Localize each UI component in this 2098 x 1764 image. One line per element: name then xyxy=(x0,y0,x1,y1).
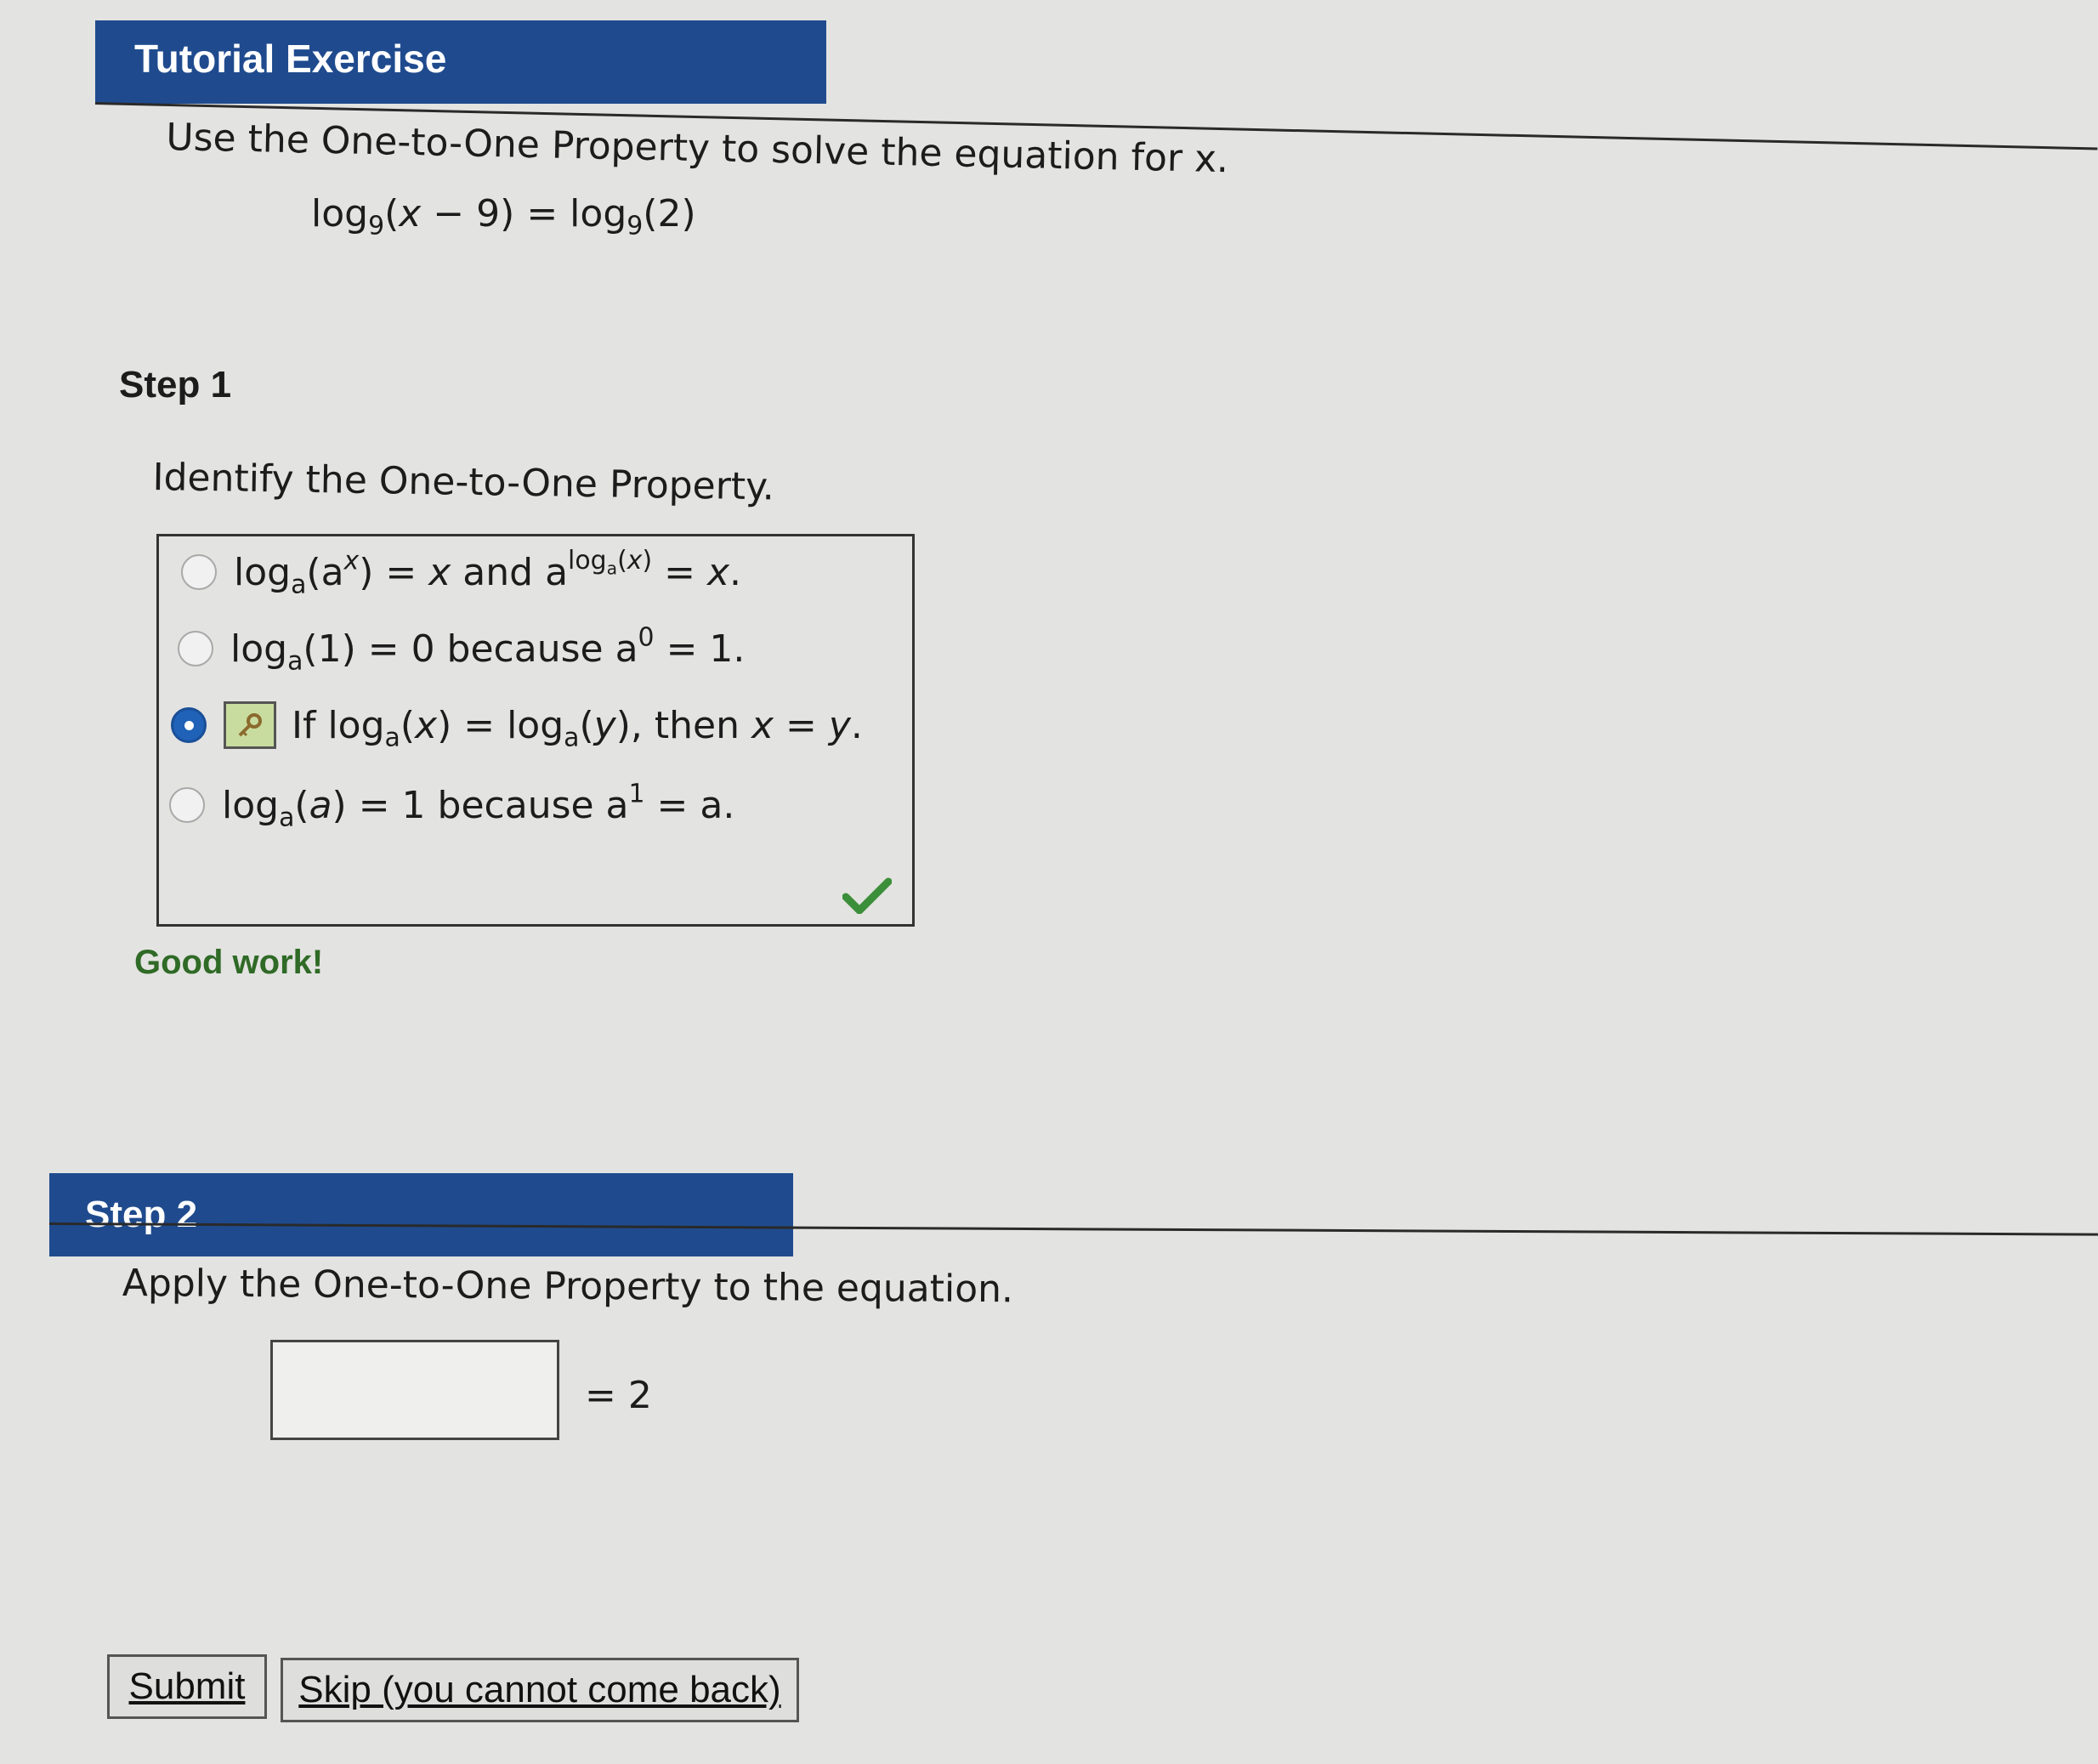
choice-text-2: loga(1) = 0 because a0 = 1. loga(1) = 0 … xyxy=(230,621,746,677)
problem-equation: log9(x − 9) = log9(2) log9(x − 9) = log9… xyxy=(311,192,696,241)
choice-text-4: loga(a) = 1 because a1 = a. loga(a) = 1 … xyxy=(222,778,735,833)
step1-prompt: Identify the One-to-One Property. xyxy=(152,456,775,509)
choice-option-2[interactable]: loga(1) = 0 because a0 = 1. loga(1) = 0 … xyxy=(178,621,745,676)
tutorial-title: Tutorial Exercise xyxy=(134,37,447,81)
radio-button-2[interactable] xyxy=(178,631,213,666)
feedback-message: Good work! xyxy=(134,944,324,981)
choice-option-4[interactable]: loga(a) = 1 because a1 = a. loga(a) = 1 … xyxy=(169,778,734,832)
answer-input[interactable] xyxy=(270,1340,559,1440)
radio-button-3-selected[interactable] xyxy=(171,707,207,743)
choice-text-1: loga(ax) = x and aloga(x) = x. loga(ax) … xyxy=(234,545,742,600)
submit-button[interactable]: Submit xyxy=(107,1654,267,1719)
radio-button-1[interactable] xyxy=(181,554,217,590)
tutorial-header: Tutorial Exercise xyxy=(95,20,826,104)
equals-two: = 2 xyxy=(585,1374,652,1417)
step2-label: Step 2 xyxy=(85,1194,198,1235)
radio-button-4[interactable] xyxy=(169,787,205,823)
choice-option-3[interactable]: If loga(x) = loga(y), then x = y. If log… xyxy=(171,698,863,752)
check-icon xyxy=(842,877,892,914)
step1-label: Step 1 xyxy=(119,364,232,406)
step2-header: Step 2 xyxy=(49,1173,793,1256)
step2-prompt: Apply the One-to-One Property to the equ… xyxy=(122,1262,1014,1312)
key-icon xyxy=(224,701,276,749)
choice-box: loga(ax) = x and aloga(x) = x. loga(ax) … xyxy=(156,534,915,927)
skip-button[interactable]: Skip (you cannot come back) xyxy=(281,1658,799,1722)
choice-option-1[interactable]: loga(ax) = x and aloga(x) = x. loga(ax) … xyxy=(181,545,741,599)
choice-text-3: If loga(x) = loga(y), then x = y. If log… xyxy=(292,703,863,753)
